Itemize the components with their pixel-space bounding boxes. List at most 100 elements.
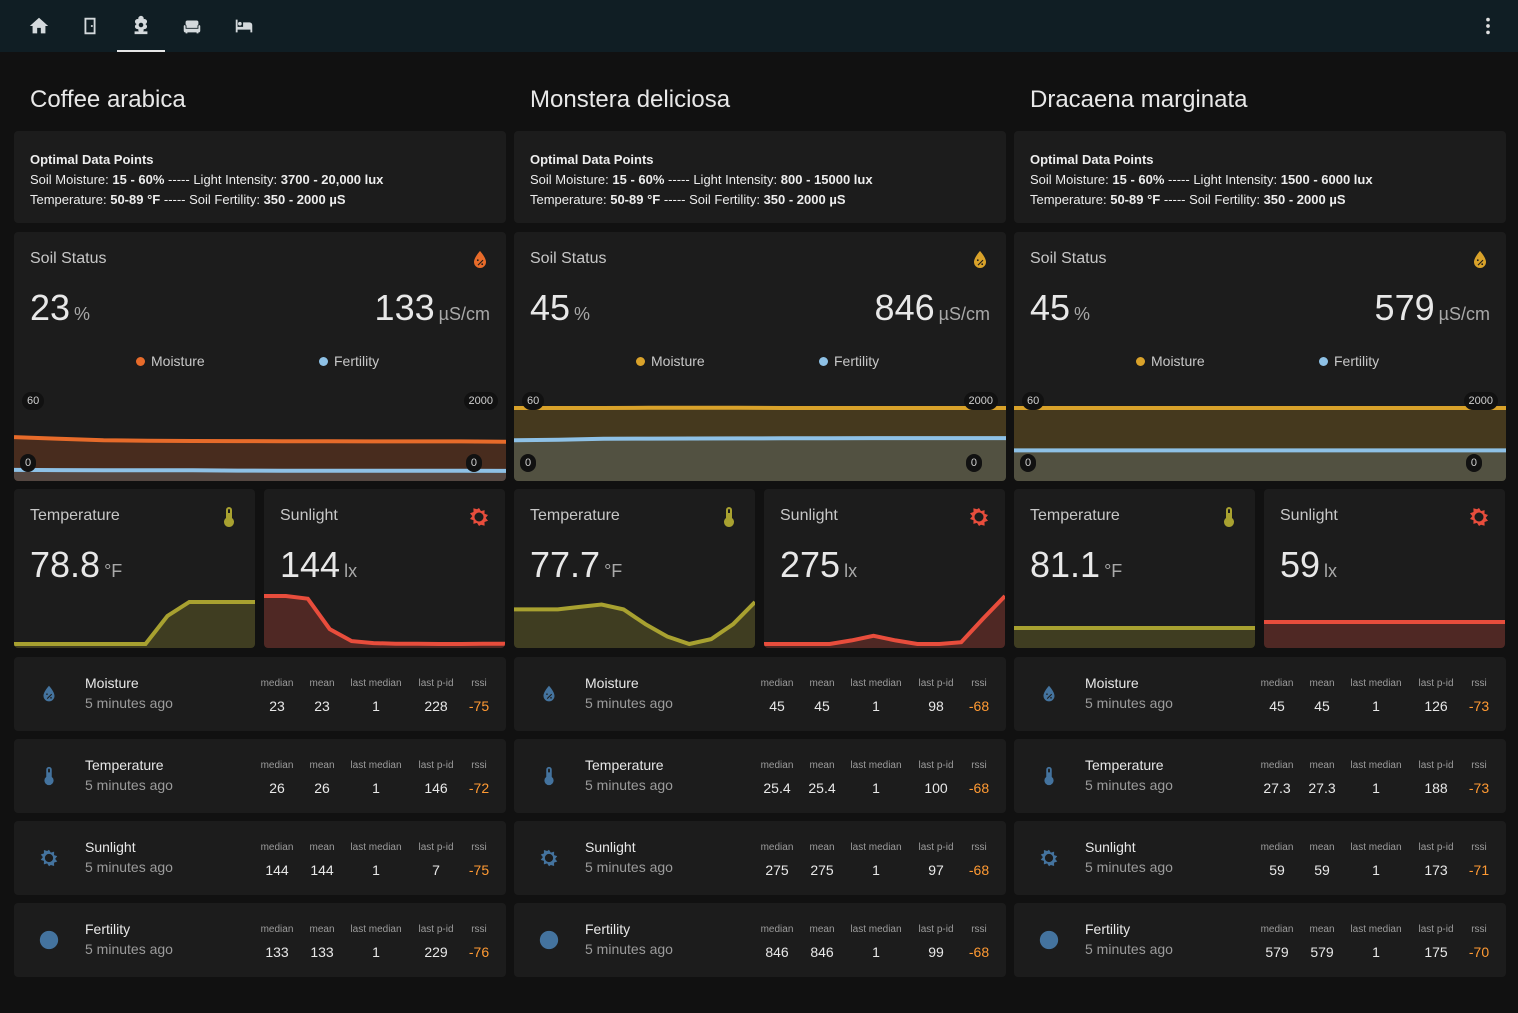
optimal-light-value: 3700 - 20,000 lux: [280, 172, 384, 187]
attr-median-label: median: [260, 924, 294, 935]
attr-mean-label: mean: [309, 924, 335, 935]
fertility-unit: µS/cm: [438, 304, 490, 324]
attr-last-median-value: 1: [372, 780, 380, 796]
tab-bedroom[interactable]: [220, 0, 268, 52]
temperature-card[interactable]: Temperature 77.7 °F: [514, 489, 755, 648]
sunlight-card[interactable]: Sunlight 144 lx: [264, 489, 505, 648]
tab-living-room[interactable]: [168, 0, 216, 52]
optimal-data-card: Optimal Data Points Soil Moisture: 15 - …: [14, 131, 506, 223]
tab-door[interactable]: [66, 0, 114, 52]
sensor-entity-row[interactable]: Sunlight 5 minutes ago median 275 mean 2…: [514, 821, 1006, 895]
attr-mean-label: mean: [809, 842, 835, 853]
attr-last-median: last median 1: [348, 678, 404, 714]
temperature-label: Temperature:: [30, 192, 107, 207]
fertility-unit: µS/cm: [1438, 304, 1490, 324]
sensor-entity-row[interactable]: Moisture 5 minutes ago median 45 mean 45…: [514, 657, 1006, 731]
attr-mean: mean 23: [304, 678, 340, 714]
optimal-header: Optimal Data Points: [1030, 152, 1154, 167]
attr-median-label: median: [760, 760, 794, 771]
overflow-menu-button[interactable]: [1472, 10, 1504, 42]
sensor-entity-row[interactable]: Sunlight 5 minutes ago median 59 mean 59…: [1014, 821, 1506, 895]
optimal-header: Optimal Data Points: [530, 152, 654, 167]
tab-home[interactable]: [15, 0, 63, 52]
sensor-entity-row[interactable]: Fertility 5 minutes ago median 579 mean …: [1014, 903, 1506, 977]
legend-moisture[interactable]: Moisture: [636, 353, 705, 369]
legend-moisture[interactable]: Moisture: [1136, 353, 1205, 369]
attr-last-pid-value: 98: [928, 698, 944, 714]
attr-rssi: rssi -68: [966, 842, 992, 878]
fertility-series-line: [514, 436, 1006, 443]
attr-last-pid-label: last p-id: [1418, 678, 1454, 689]
sensor-last-updated: 5 minutes ago: [585, 695, 673, 711]
temperature-unit: °F: [604, 561, 623, 581]
sunlight-card[interactable]: Sunlight 275 lx: [764, 489, 1005, 648]
legend-moisture[interactable]: Moisture: [136, 353, 205, 369]
soil-status-card[interactable]: Soil Status 23% 133 µS/cm Moisture Fertil…: [14, 232, 506, 481]
attr-last-median: last median 1: [848, 678, 904, 714]
attr-last-median-value: 1: [372, 862, 380, 878]
soil-status-card[interactable]: Soil Status 45% 579 µS/cm Moisture Fertil…: [1014, 232, 1506, 481]
attr-last-pid: last p-id 173: [1414, 842, 1458, 878]
attr-median-value: 133: [265, 944, 289, 960]
sensor-entity-row[interactable]: Fertility 5 minutes ago median 846 mean …: [514, 903, 1006, 977]
attr-median-value: 45: [1269, 698, 1285, 714]
legend-fertility[interactable]: Fertility: [319, 353, 379, 369]
sensor-last-updated: 5 minutes ago: [1085, 859, 1173, 875]
attr-last-pid-label: last p-id: [418, 760, 454, 771]
optimal-light-value: 1500 - 6000 lux: [1280, 172, 1373, 187]
attr-rssi-label: rssi: [1471, 842, 1487, 853]
attr-last-pid-label: last p-id: [918, 760, 954, 771]
attr-last-pid-value: 175: [1424, 944, 1448, 960]
sensor-last-updated: 5 minutes ago: [585, 941, 673, 957]
legend-fertility[interactable]: Fertility: [1319, 353, 1379, 369]
sensor-entity-row[interactable]: Temperature 5 minutes ago median 25.4 me…: [514, 739, 1006, 813]
attr-last-median-label: last median: [350, 924, 402, 935]
attr-mean-label: mean: [1309, 842, 1335, 853]
water-percent-icon: [468, 248, 492, 272]
sunlight-sparkline: [1264, 620, 1505, 648]
fertility-legend-dot: [1319, 356, 1328, 366]
attr-last-median: last median 1: [1348, 760, 1404, 796]
attr-mean-value: 144: [310, 862, 334, 878]
attr-median-value: 144: [265, 862, 289, 878]
sensor-entity-row[interactable]: Sunlight 5 minutes ago median 144 mean 1…: [14, 821, 506, 895]
temperature-label: Temperature:: [530, 192, 607, 207]
tab-plants[interactable]: [117, 0, 165, 52]
soil-status-card[interactable]: Soil Status 45% 846 µS/cm Moisture Fertil…: [514, 232, 1006, 481]
optimal-temperature-value: 50-89 °F: [110, 192, 161, 207]
attr-rssi-label: rssi: [471, 760, 487, 771]
attr-median: median 45: [758, 678, 796, 714]
attr-rssi: rssi -73: [1466, 678, 1492, 714]
sensor-last-updated: 5 minutes ago: [85, 941, 173, 957]
fertility-legend-dot: [319, 356, 328, 366]
attr-median-value: 45: [769, 698, 785, 714]
home-icon: [29, 17, 49, 34]
sensor-last-updated: 5 minutes ago: [585, 777, 673, 793]
legend-fertility[interactable]: Fertility: [819, 353, 879, 369]
attr-last-pid: last p-id 97: [914, 842, 958, 878]
temperature-title: Temperature: [530, 507, 620, 524]
attr-last-median: last median 1: [348, 842, 404, 878]
sensor-entity-row[interactable]: Fertility 5 minutes ago median 133 mean …: [14, 903, 506, 977]
moisture-series-line: [14, 435, 506, 444]
attr-rssi-value: -75: [468, 698, 490, 714]
sensor-entity-row[interactable]: Moisture 5 minutes ago median 45 mean 45…: [1014, 657, 1506, 731]
soil-moisture-value: 23: [30, 287, 71, 328]
attr-mean-value: 846: [810, 944, 834, 960]
sensor-name: Fertility: [85, 921, 131, 937]
water-percent-icon: [538, 683, 560, 705]
sunlight-card[interactable]: Sunlight 59 lx: [1264, 489, 1505, 648]
attr-mean-value: 27.3: [1308, 780, 1336, 796]
attr-rssi-value: -76: [468, 944, 490, 960]
sensor-entity-row[interactable]: Temperature 5 minutes ago median 26 mean…: [14, 739, 506, 813]
sensor-name: Moisture: [1085, 675, 1139, 691]
attr-last-pid-value: 7: [432, 862, 440, 878]
temperature-card[interactable]: Temperature 81.1 °F: [1014, 489, 1255, 648]
sensor-entity-row[interactable]: Temperature 5 minutes ago median 27.3 me…: [1014, 739, 1506, 813]
temperature-card[interactable]: Temperature 78.8 °F: [14, 489, 255, 648]
attr-mean: mean 846: [804, 924, 840, 960]
attr-last-median-label: last median: [1350, 678, 1402, 689]
attr-median-label: median: [1260, 924, 1294, 935]
sensor-entity-row[interactable]: Moisture 5 minutes ago median 23 mean 23…: [14, 657, 506, 731]
attr-last-median-label: last median: [850, 924, 902, 935]
